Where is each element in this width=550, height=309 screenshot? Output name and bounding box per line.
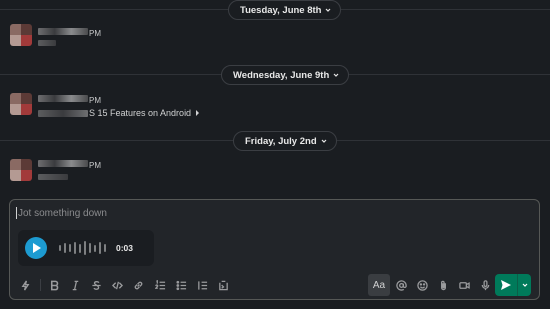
bold-icon xyxy=(50,280,58,290)
avatar[interactable] xyxy=(10,93,32,115)
paperclip-icon xyxy=(440,280,446,290)
send-button-group xyxy=(495,274,531,296)
message-timestamp: PM xyxy=(89,161,101,170)
bulleted-list-button[interactable] xyxy=(170,274,192,296)
chevron-down-icon xyxy=(522,283,527,287)
chevron-down-icon xyxy=(326,8,331,12)
emoji-button[interactable] xyxy=(411,274,433,296)
formatting-toggle-label: Aa xyxy=(372,279,386,291)
voice-clip-duration: 0:03 xyxy=(116,243,134,253)
message-link-text[interactable]: S 15 Features on Android xyxy=(89,108,191,118)
date-divider-friday[interactable]: Friday, July 2nd xyxy=(233,131,337,151)
blurred-sender-name xyxy=(38,95,88,102)
send-button[interactable] xyxy=(495,274,518,296)
video-clip-button[interactable] xyxy=(453,274,475,296)
play-icon xyxy=(32,243,41,253)
date-label: Friday, July 2nd xyxy=(245,135,317,147)
message-text: S 15 Features on Android xyxy=(89,108,200,118)
blurred-message-text xyxy=(38,40,56,46)
microphone-icon xyxy=(481,279,489,290)
formatting-toggle-button[interactable]: Aa xyxy=(368,274,390,296)
lightning-icon xyxy=(21,280,29,290)
toolbar-separator xyxy=(40,279,41,291)
play-button[interactable] xyxy=(25,237,47,259)
emoji-icon xyxy=(416,279,428,291)
caret-right-icon[interactable] xyxy=(195,110,200,116)
mention-button[interactable] xyxy=(390,274,412,296)
composer-input[interactable]: Jot something down xyxy=(16,207,107,219)
composer-toolbar: Aa xyxy=(10,271,539,299)
message-composer[interactable]: Jot something down 0:03 Aa xyxy=(9,199,540,300)
strikethrough-button[interactable] xyxy=(85,274,107,296)
date-divider-wednesday[interactable]: Wednesday, June 9th xyxy=(221,65,350,85)
blurred-sender-name xyxy=(38,160,88,167)
message-timestamp: PM xyxy=(89,29,101,38)
bold-button[interactable] xyxy=(43,274,65,296)
attach-button[interactable] xyxy=(432,274,454,296)
voice-clip: 0:03 xyxy=(18,230,154,266)
send-icon xyxy=(501,280,511,290)
avatar[interactable] xyxy=(10,24,32,46)
date-label: Tuesday, June 8th xyxy=(240,4,322,16)
strikethrough-icon xyxy=(91,280,101,290)
italic-button[interactable] xyxy=(64,274,86,296)
link-button[interactable] xyxy=(127,274,149,296)
composer-placeholder: Jot something down xyxy=(18,207,107,219)
blurred-sender-name xyxy=(38,28,88,35)
code-icon xyxy=(111,281,123,289)
message-timestamp: PM xyxy=(89,96,101,105)
blurred-message-text xyxy=(38,110,88,117)
code-button[interactable] xyxy=(106,274,128,296)
bulleted-list-icon xyxy=(175,280,186,290)
at-sign-icon xyxy=(395,279,407,291)
chevron-down-icon xyxy=(321,139,327,143)
video-camera-icon xyxy=(458,281,470,289)
ordered-list-icon xyxy=(154,279,165,289)
ordered-list-button[interactable] xyxy=(149,274,171,296)
code-block-button[interactable] xyxy=(212,274,234,296)
avatar[interactable] xyxy=(10,159,32,181)
waveform[interactable] xyxy=(59,238,106,258)
text-cursor xyxy=(16,207,17,219)
code-block-icon xyxy=(218,280,228,290)
blockquote-icon xyxy=(197,280,207,290)
blurred-message-text xyxy=(38,174,68,180)
shortcuts-button[interactable] xyxy=(14,274,36,296)
date-divider-tuesday[interactable]: Tuesday, June 8th xyxy=(228,0,342,20)
send-options-button[interactable] xyxy=(518,274,531,296)
blockquote-button[interactable] xyxy=(191,274,213,296)
italic-icon xyxy=(72,280,78,290)
audio-clip-button[interactable] xyxy=(474,274,496,296)
chevron-down-icon xyxy=(333,73,339,77)
link-icon xyxy=(134,281,142,289)
date-label: Wednesday, June 9th xyxy=(233,69,330,81)
